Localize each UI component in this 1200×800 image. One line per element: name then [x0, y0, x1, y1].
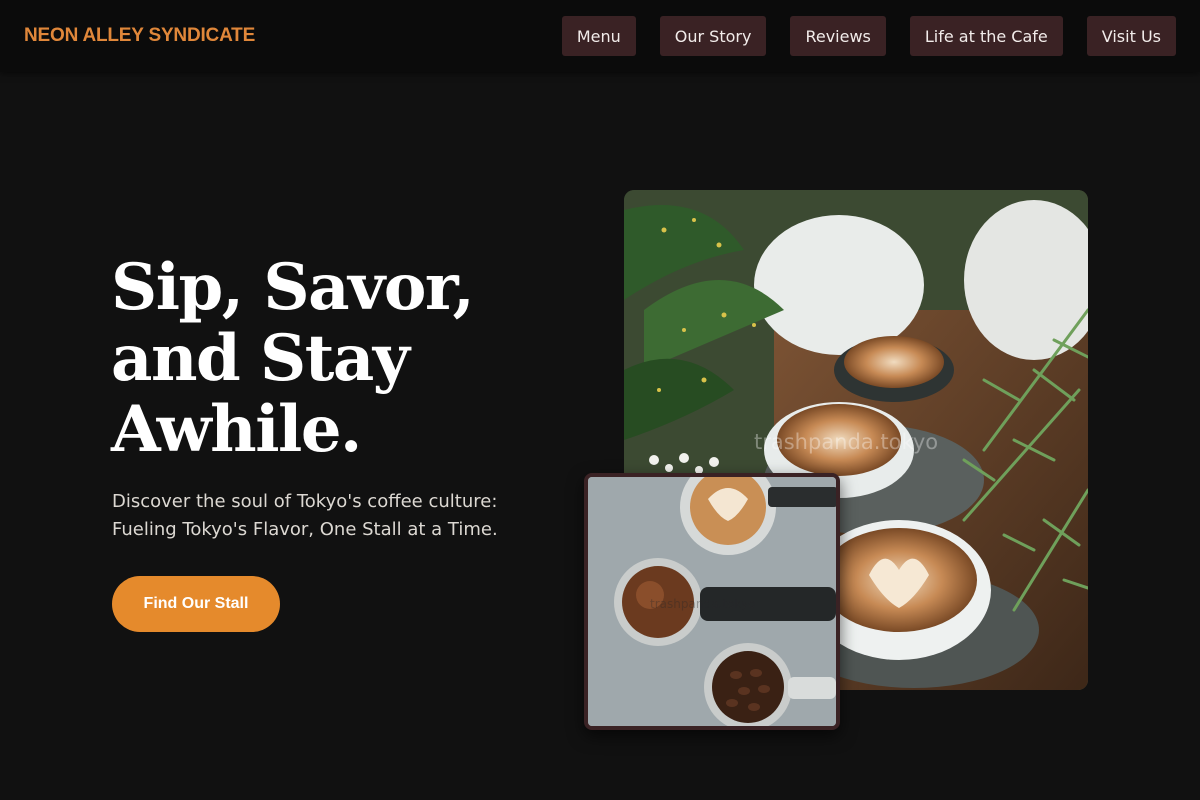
nav-our-story[interactable]: Our Story	[659, 16, 767, 56]
hero-subtitle-line-2: Fueling Tokyo's Flavor, One Stall at a T…	[112, 519, 498, 540]
hero-subtitle-line-1: Discover the soul of Tokyo's coffee cult…	[112, 491, 498, 512]
photo-watermark: trashpanda.tokyo	[754, 430, 939, 454]
brand-logo[interactable]: NEON ALLEY SYNDICATE	[24, 25, 255, 47]
nav-life-at-the-cafe[interactable]: Life at the Cafe	[909, 16, 1063, 56]
nav-visit-us[interactable]: Visit Us	[1086, 16, 1176, 56]
main-nav: Menu Our Story Reviews Life at the Cafe …	[561, 16, 1176, 56]
nav-reviews[interactable]: Reviews	[790, 16, 886, 56]
find-our-stall-button[interactable]: Find Our Stall	[112, 576, 280, 632]
espresso-tools-photo: trashpanda.tokyo	[584, 473, 840, 730]
hero-title: Sip, Savor, and Stay Awhile.	[111, 250, 475, 467]
site-header: NEON ALLEY SYNDICATE Menu Our Story Revi…	[0, 0, 1200, 72]
photo-watermark-small: trashpanda.tokyo	[650, 597, 756, 611]
nav-menu[interactable]: Menu	[561, 16, 636, 56]
hero-subtitle: Discover the soul of Tokyo's coffee cult…	[112, 488, 552, 544]
